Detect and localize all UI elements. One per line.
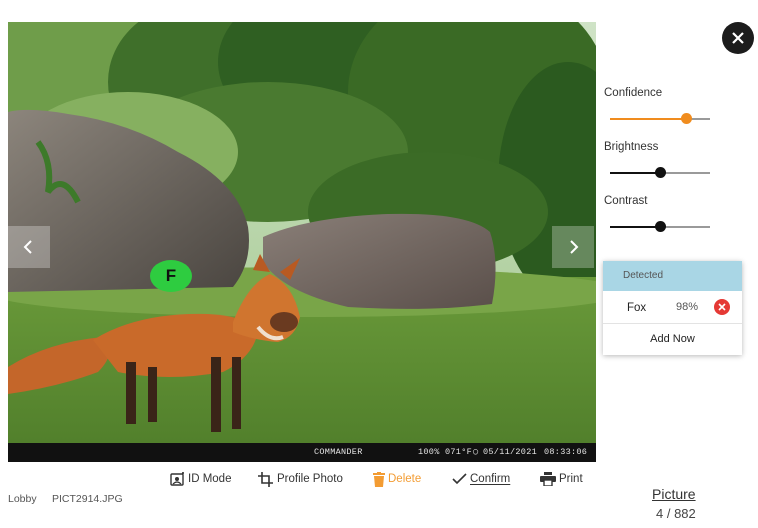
id-mode-label: ID Mode — [188, 473, 232, 485]
printer-icon — [540, 472, 556, 486]
detected-header: Detected — [603, 261, 742, 291]
detection-id-badge[interactable]: F — [150, 260, 192, 292]
slider-knob[interactable] — [655, 167, 666, 178]
brightness-slider[interactable] — [610, 167, 710, 179]
temperature: 071°F — [445, 447, 473, 457]
id-mode-icon — [170, 471, 185, 487]
camera-location: Lobby — [8, 493, 37, 505]
print-button[interactable]: Print — [540, 470, 583, 488]
chevron-left-icon — [23, 240, 32, 254]
profile-photo-label: Profile Photo — [277, 473, 343, 485]
checkmark-icon — [452, 473, 467, 485]
battery-level: 100% — [418, 447, 440, 457]
trail-camera-photo — [8, 22, 596, 462]
confirm-button[interactable]: Confirm — [452, 470, 510, 488]
slider-fill — [610, 226, 660, 228]
photo-info-bar-left — [8, 443, 150, 462]
detected-item: Fox 98% — [603, 291, 742, 324]
contrast-label: Contrast — [604, 195, 648, 207]
photo-image — [8, 22, 596, 462]
photo-info-bar: COMMANDER 100% 071°F ◯ 05/11/2021 08:33:… — [150, 443, 596, 462]
clock-icon: ◯ — [473, 447, 479, 457]
confidence-slider[interactable] — [610, 113, 710, 125]
remove-detection-button[interactable] — [714, 299, 730, 315]
slider-knob[interactable] — [681, 113, 692, 124]
delete-button[interactable]: Delete — [373, 470, 421, 488]
crop-icon — [258, 471, 274, 487]
add-now-button[interactable]: Add Now — [603, 324, 742, 355]
detected-species: Fox — [627, 302, 647, 314]
contrast-slider[interactable] — [610, 221, 710, 233]
trash-icon — [373, 471, 385, 487]
next-photo-button[interactable] — [552, 226, 594, 268]
capture-time: 08:33:06 — [544, 447, 588, 457]
slider-fill — [610, 172, 660, 174]
camera-name: COMMANDER — [314, 447, 363, 457]
detected-panel: Detected Fox 98% Add Now — [603, 261, 742, 355]
close-icon — [732, 32, 744, 44]
profile-photo-button[interactable]: Profile Photo — [258, 470, 343, 488]
confidence-label: Confidence — [604, 87, 663, 99]
picture-counter: 4 / 882 — [656, 506, 696, 521]
chevron-right-icon — [570, 240, 579, 254]
slider-knob[interactable] — [655, 221, 666, 232]
print-label: Print — [559, 473, 583, 485]
brightness-label: Brightness — [604, 141, 659, 153]
detected-confidence: 98% — [676, 301, 699, 313]
close-icon — [718, 303, 726, 311]
id-mode-button[interactable]: ID Mode — [170, 470, 231, 488]
confirm-label: Confirm — [470, 473, 511, 485]
capture-date: 05/11/2021 — [483, 447, 538, 457]
picture-link[interactable]: Picture — [652, 486, 696, 502]
slider-fill — [610, 118, 686, 120]
previous-photo-button[interactable] — [8, 226, 50, 268]
close-button[interactable] — [722, 22, 754, 54]
delete-label: Delete — [388, 473, 422, 485]
photo-filename: PICT2914.JPG — [52, 493, 123, 505]
